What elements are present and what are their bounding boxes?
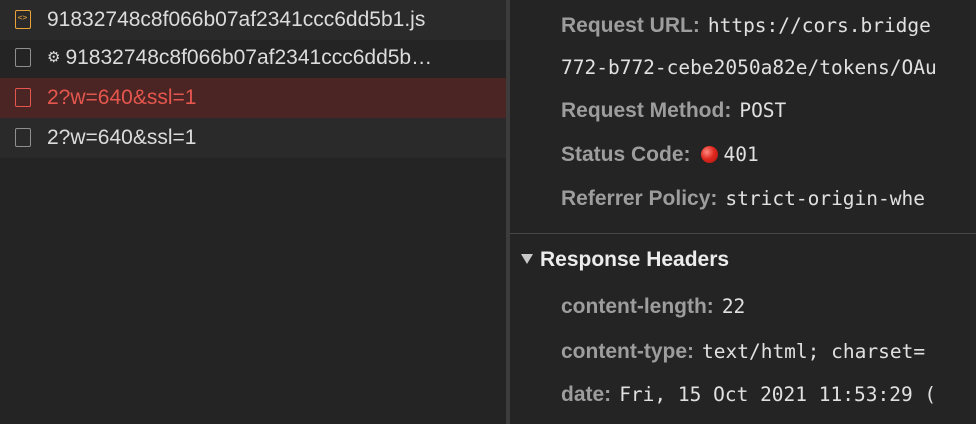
request-name-wrap: ⚙ 91832748c8f066b07af2341ccc6dd5b… bbox=[47, 46, 432, 70]
status-code-value: 401 bbox=[723, 143, 759, 166]
header-key: date: bbox=[561, 383, 612, 406]
header-value: text/html; charset= bbox=[702, 340, 926, 363]
status-dot-icon bbox=[700, 146, 718, 163]
header-value: 22 bbox=[721, 295, 746, 318]
request-name: 91832748c8f066b07af2341ccc6dd5b1.js bbox=[47, 8, 426, 31]
status-code-row: Status Code: 401 bbox=[561, 140, 759, 170]
response-headers-title: Response Headers bbox=[540, 248, 730, 271]
header-row: content-type: text/html; charset= bbox=[561, 337, 925, 367]
section-divider bbox=[510, 233, 976, 234]
header-row: content-length: 22 bbox=[561, 292, 745, 322]
header-row: date: Fri, 15 Oct 2021 11:53:29 ( bbox=[561, 380, 936, 410]
referrer-policy-row: Referrer Policy: strict-origin-whe bbox=[561, 184, 925, 214]
referrer-policy-value: strict-origin-whe bbox=[725, 187, 925, 210]
request-name: 2?w=640&ssl=1 bbox=[47, 86, 197, 109]
header-value: Fri, 15 Oct 2021 11:53:29 ( bbox=[619, 383, 937, 406]
document-icon bbox=[15, 128, 31, 147]
response-headers-toggle[interactable]: Response Headers bbox=[521, 245, 729, 275]
request-method-label: Request Method: bbox=[561, 99, 732, 122]
request-method-value: POST bbox=[739, 99, 787, 122]
header-key: content-type: bbox=[561, 340, 694, 363]
request-url-row: Request URL: https://cors.bridge bbox=[561, 11, 931, 41]
gear-icon: ⚙ bbox=[47, 49, 61, 66]
request-row[interactable]: ⚙ 91832748c8f066b07af2341ccc6dd5b… bbox=[0, 38, 506, 78]
document-icon bbox=[15, 48, 31, 67]
header-key: content-length: bbox=[561, 295, 714, 318]
request-url-label: Request URL: bbox=[561, 14, 700, 37]
request-url-continued: 772-b772-cebe2050a82e/tokens/OAu bbox=[561, 56, 937, 79]
request-list: <> 91832748c8f066b07af2341ccc6dd5b1.js ⚙… bbox=[0, 0, 506, 424]
request-name: 2?w=640&ssl=1 bbox=[47, 126, 197, 149]
request-row[interactable]: 2?w=640&ssl=1 bbox=[0, 118, 506, 158]
request-name: 91832748c8f066b07af2341ccc6dd5b… bbox=[65, 46, 433, 69]
request-row[interactable]: <> 91832748c8f066b07af2341ccc6dd5b1.js bbox=[0, 0, 506, 40]
triangle-down-icon bbox=[521, 254, 533, 264]
headers-panel: Request URL: https://cors.bridge 772-b772… bbox=[510, 0, 976, 424]
request-method-row: Request Method: POST bbox=[561, 96, 786, 126]
request-url-value: https://cors.bridge bbox=[707, 14, 931, 37]
document-icon bbox=[15, 88, 31, 107]
code-file-icon: <> bbox=[15, 10, 31, 29]
referrer-policy-label: Referrer Policy: bbox=[561, 187, 718, 210]
request-row-error[interactable]: 2?w=640&ssl=1 bbox=[0, 78, 506, 118]
status-code-label: Status Code: bbox=[561, 143, 691, 166]
